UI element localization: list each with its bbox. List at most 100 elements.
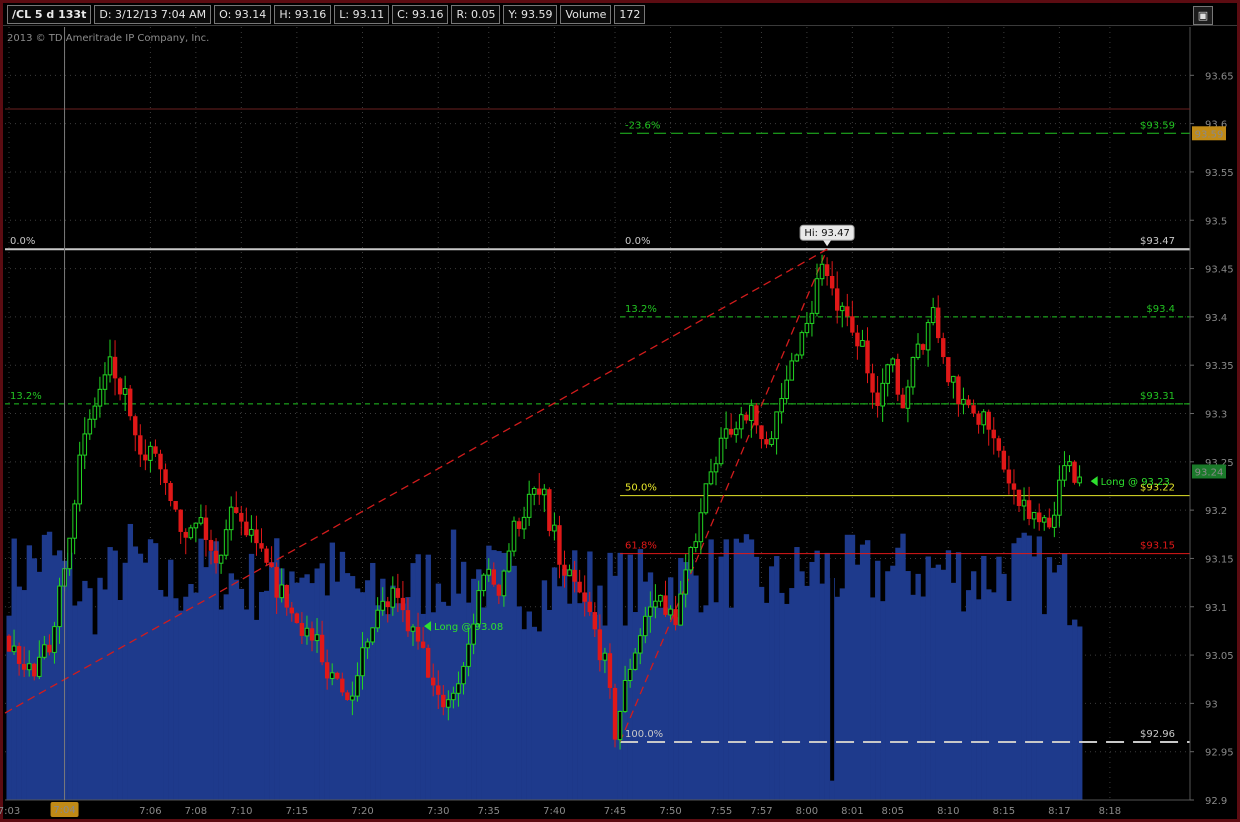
volume-bar bbox=[430, 612, 437, 800]
candle-body bbox=[148, 445, 153, 461]
volume-bar bbox=[819, 583, 825, 800]
volume-bar bbox=[930, 567, 936, 800]
volume-bar bbox=[920, 596, 926, 800]
volume-bar bbox=[976, 599, 982, 800]
candle-body bbox=[531, 488, 537, 495]
price-tick-label: 93.05 bbox=[1205, 651, 1234, 662]
volume-bar bbox=[324, 595, 330, 800]
time-tick-label: 7:50 bbox=[659, 806, 681, 817]
candle-body bbox=[92, 405, 98, 420]
volume-bar bbox=[753, 556, 760, 800]
volume-bar bbox=[561, 568, 568, 800]
candle-body bbox=[966, 399, 971, 406]
volume-bar bbox=[738, 542, 745, 800]
candle-body bbox=[1062, 465, 1067, 481]
open-field: O: 93.14 bbox=[214, 5, 272, 24]
candle-body bbox=[986, 411, 991, 430]
candle-body bbox=[264, 548, 269, 563]
volume-bar bbox=[915, 573, 921, 800]
candle-body bbox=[87, 418, 93, 435]
candle-body bbox=[738, 414, 744, 430]
candle-body bbox=[542, 488, 547, 496]
volume-bar bbox=[258, 591, 265, 800]
price-badge-label: 93.24 bbox=[1195, 467, 1224, 478]
volume-bar bbox=[804, 585, 810, 800]
candle-body bbox=[82, 433, 88, 456]
candle-body bbox=[789, 360, 795, 381]
candle-body bbox=[370, 627, 375, 643]
candle-body bbox=[486, 568, 492, 576]
candle-body bbox=[26, 663, 32, 671]
candle-body bbox=[506, 550, 512, 572]
candle-body bbox=[178, 509, 183, 532]
fib-level-label: 0.0% bbox=[10, 236, 35, 247]
price-chart[interactable]: 0.0% 13.2% -23.6% $93.59 0.0% $93.47 13.2% $93.… bbox=[0, 0, 1240, 822]
candle-body bbox=[723, 428, 729, 439]
volume-bar bbox=[198, 538, 204, 800]
volume-bar bbox=[269, 562, 275, 800]
fib-level-value: $93.59 bbox=[1140, 120, 1175, 131]
volume-bar bbox=[784, 603, 790, 800]
fib-level-label: -23.6% bbox=[625, 120, 660, 131]
volume-bar bbox=[925, 556, 931, 800]
time-tick-label: 7:04 bbox=[53, 805, 75, 816]
volume-bar bbox=[319, 563, 325, 800]
candle-body bbox=[537, 488, 542, 495]
candle-body bbox=[410, 626, 416, 632]
trade-marker-label: Long @ 93.23 bbox=[1101, 477, 1170, 488]
volume-bar bbox=[748, 539, 755, 800]
candle-body bbox=[819, 263, 825, 280]
price-tick-label: 93.35 bbox=[1205, 361, 1234, 372]
volume-bar bbox=[885, 571, 891, 800]
triangle-left-icon bbox=[1090, 476, 1098, 487]
symbol-field[interactable]: /CL 5 d 133t bbox=[7, 5, 92, 24]
candle-body bbox=[814, 278, 820, 314]
candle-body bbox=[905, 386, 911, 409]
volume-bar bbox=[385, 614, 391, 800]
volume-bar bbox=[1077, 626, 1083, 800]
candle-body bbox=[941, 338, 946, 358]
candle-body bbox=[526, 493, 532, 518]
volume-bar bbox=[92, 634, 98, 800]
time-tick-label: 7:15 bbox=[286, 806, 308, 817]
volume-bar bbox=[814, 550, 820, 800]
volume-bar bbox=[228, 573, 235, 800]
candle-body bbox=[11, 645, 17, 653]
volume-bar bbox=[67, 552, 73, 800]
volume-bar bbox=[900, 533, 906, 800]
volume-bar bbox=[1041, 614, 1048, 800]
volume-bar bbox=[299, 577, 305, 800]
candle-body bbox=[880, 382, 885, 407]
volume-bar bbox=[309, 583, 315, 800]
candle-body bbox=[1031, 511, 1037, 520]
candle-body bbox=[329, 672, 335, 679]
candle-body bbox=[188, 527, 194, 539]
candle-body bbox=[653, 600, 658, 608]
candle-body bbox=[461, 665, 466, 685]
time-tick-label: 7:57 bbox=[750, 806, 772, 817]
volume-bar bbox=[713, 602, 719, 800]
volume-bar bbox=[82, 580, 88, 800]
volume-bar bbox=[1011, 543, 1017, 800]
volume-bar bbox=[21, 590, 27, 800]
volume-bar bbox=[582, 592, 588, 800]
candle-body bbox=[698, 512, 704, 543]
candle-body bbox=[57, 585, 62, 628]
time-tick-label: 8:18 bbox=[1099, 806, 1121, 817]
volume-bar bbox=[279, 568, 285, 800]
candle-body bbox=[42, 644, 47, 658]
candle-body bbox=[749, 404, 754, 421]
settings-cursor-icon[interactable]: ▣ bbox=[1193, 6, 1213, 25]
volume-bar bbox=[46, 531, 53, 800]
fib-level-value: $93.31 bbox=[1140, 391, 1175, 402]
volume-bar bbox=[551, 567, 558, 800]
candle-body bbox=[299, 623, 305, 636]
high-field: H: 93.16 bbox=[274, 5, 332, 24]
candle-body bbox=[400, 597, 406, 611]
volume-bar bbox=[844, 534, 851, 800]
candle-body bbox=[335, 672, 340, 679]
candle-body bbox=[890, 358, 896, 366]
candle-body bbox=[855, 332, 860, 347]
volume-bar bbox=[950, 582, 957, 800]
candle-body bbox=[208, 539, 214, 551]
